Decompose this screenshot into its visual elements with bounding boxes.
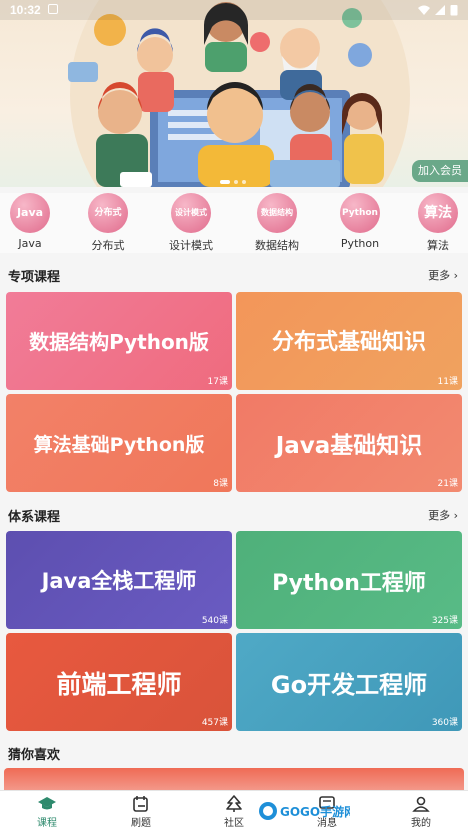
status-bar: 10:32 [0, 0, 468, 20]
lesson-count: 21课 [437, 479, 458, 489]
category-label: 数据结构 [255, 239, 299, 252]
course-name: 前端工程师 [56, 670, 182, 699]
nav-practice[interactable]: 刷题 [111, 794, 171, 829]
chevron-right-icon: › [453, 269, 458, 282]
course-name: 算法基础Python版 [33, 434, 205, 456]
course-card-algorithms-python[interactable]: 算法基础Python版 8课 [6, 394, 232, 492]
lesson-count: 360课 [431, 718, 458, 728]
category-label: 分布式 [91, 239, 125, 252]
carousel-dot-active [220, 180, 230, 184]
nav-community[interactable]: 社区 [204, 794, 264, 829]
bottom-nav: 课程 刷题 社区 消息 我的 [0, 790, 468, 832]
category-distributed-icon: 分布式 [88, 193, 128, 233]
tree-icon [226, 795, 242, 812]
lesson-count: 540课 [201, 616, 228, 626]
lesson-count: 457课 [201, 718, 228, 728]
carousel-dot [242, 180, 246, 184]
course-card-java-fullstack[interactable]: Java全栈工程师 540课 [6, 531, 232, 629]
category-java-icon: Java [10, 193, 50, 233]
status-icons [418, 4, 458, 16]
course-card-go-developer[interactable]: Go开发工程师 360课 [236, 633, 462, 731]
category-label: 设计模式 [169, 239, 213, 252]
category-row: Java Java 分布式 分布式 设计模式 设计模式 数据结构 数据结构 Py… [0, 193, 468, 253]
course-name: Java基础知识 [275, 433, 423, 459]
lesson-count: 11课 [437, 377, 458, 387]
course-name: 数据结构Python版 [29, 330, 209, 354]
signal-icon [435, 5, 445, 15]
hero-illustration [0, 0, 468, 187]
more-label: 更多 [428, 509, 451, 522]
more-label: 更多 [428, 269, 451, 282]
lesson-count: 17课 [207, 377, 228, 387]
nav-label: 刷题 [131, 818, 151, 829]
nav-course[interactable]: 课程 [17, 794, 77, 829]
nav-label: 我的 [411, 818, 431, 829]
battery-icon [450, 5, 458, 16]
nav-label: 社区 [224, 818, 244, 829]
category-data-structures-icon: 数据结构 [257, 193, 297, 233]
course-name: Java全栈工程师 [41, 569, 197, 593]
notification-icon [48, 4, 58, 14]
special-courses-title: 专项课程 [8, 270, 61, 285]
lesson-count: 8课 [213, 479, 228, 489]
hero-banner[interactable]: 加入会员 [0, 0, 468, 187]
wifi-icon [418, 5, 430, 15]
category-distributed[interactable]: 分布式 分布式 [78, 193, 138, 253]
nav-profile[interactable]: 我的 [391, 794, 451, 829]
course-card-java-basics[interactable]: Java基础知识 21课 [236, 394, 462, 492]
course-name: 分布式基础知识 [271, 330, 426, 355]
category-design-patterns-icon: 设计模式 [171, 193, 211, 233]
category-python-icon: Python [340, 193, 380, 233]
course-card-frontend-engineer[interactable]: 前端工程师 457课 [6, 633, 232, 731]
system-courses-title: 体系课程 [8, 510, 61, 525]
category-data-structures[interactable]: 数据结构 数据结构 [247, 193, 307, 253]
course-name: Go开发工程师 [270, 671, 428, 699]
nav-label: 课程 [37, 818, 57, 829]
category-algorithms-icon: 算法 [418, 193, 458, 233]
chevron-right-icon: › [453, 509, 458, 522]
person-icon [412, 796, 430, 812]
status-time: 10:32 [10, 3, 41, 17]
system-more-link[interactable]: 更多 › [428, 507, 458, 523]
category-python[interactable]: Python Python [330, 193, 390, 250]
course-card-python-engineer[interactable]: Python工程师 325课 [236, 531, 462, 629]
course-card-data-structures-python[interactable]: 数据结构Python版 17课 [6, 292, 232, 390]
join-member-button[interactable]: 加入会员 [412, 160, 468, 182]
graduation-cap-icon [38, 797, 56, 810]
gogo-watermark-logo: GOGO手游网 [259, 802, 350, 820]
category-design-patterns[interactable]: 设计模式 设计模式 [161, 193, 221, 253]
special-more-link[interactable]: 更多 › [428, 267, 458, 283]
calendar-edit-icon [133, 796, 148, 812]
course-name: Python工程师 [272, 571, 426, 596]
lesson-count: 325课 [431, 616, 458, 626]
category-java[interactable]: Java Java [0, 193, 60, 250]
guess-you-like-title: 猜你喜欢 [8, 748, 61, 763]
category-label: 算法 [427, 239, 449, 252]
category-label: Java [18, 237, 42, 250]
course-card-distributed-basics[interactable]: 分布式基础知识 11课 [236, 292, 462, 390]
carousel-dot [234, 180, 238, 184]
svg-text:GOGO手游网: GOGO手游网 [280, 804, 350, 819]
carousel-indicator [220, 180, 246, 184]
category-algorithms[interactable]: 算法 算法 [408, 193, 468, 253]
category-label: Python [340, 237, 380, 250]
